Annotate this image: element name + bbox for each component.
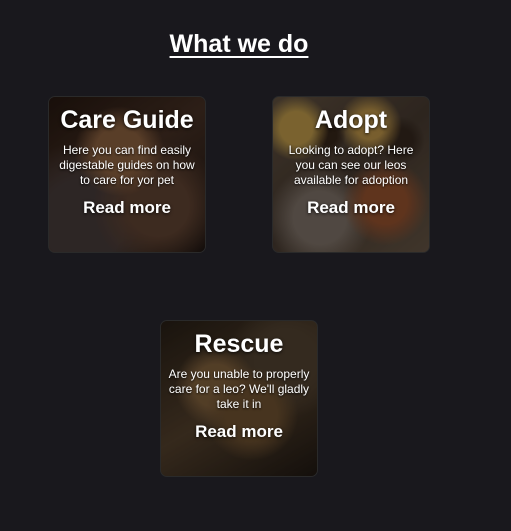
section-title: What we do — [0, 30, 478, 59]
care-guide-card[interactable]: Care Guide Here you can find easily dige… — [48, 96, 206, 253]
adopt-read-more-link[interactable]: Read more — [307, 198, 395, 218]
rescue-card[interactable]: Rescue Are you unable to properly care f… — [160, 320, 318, 477]
rescue-title: Rescue — [194, 330, 284, 358]
care-guide-title: Care Guide — [60, 106, 194, 134]
rescue-card-content: Rescue Are you unable to properly care f… — [161, 329, 317, 442]
adopt-card[interactable]: Adopt Looking to adopt? Here you can see… — [272, 96, 430, 253]
rescue-read-more-link[interactable]: Read more — [195, 422, 283, 442]
rescue-description: Are you unable to properly care for a le… — [168, 367, 310, 411]
adopt-title: Adopt — [314, 106, 388, 134]
adopt-card-content: Adopt Looking to adopt? Here you can see… — [273, 105, 429, 218]
section-title-text: What we do — [169, 30, 309, 58]
care-guide-card-content: Care Guide Here you can find easily dige… — [49, 105, 205, 218]
care-guide-read-more-link[interactable]: Read more — [83, 198, 171, 218]
care-guide-description: Here you can find easily digestable guid… — [59, 143, 195, 187]
adopt-description: Looking to adopt? Here you can see our l… — [288, 143, 414, 187]
